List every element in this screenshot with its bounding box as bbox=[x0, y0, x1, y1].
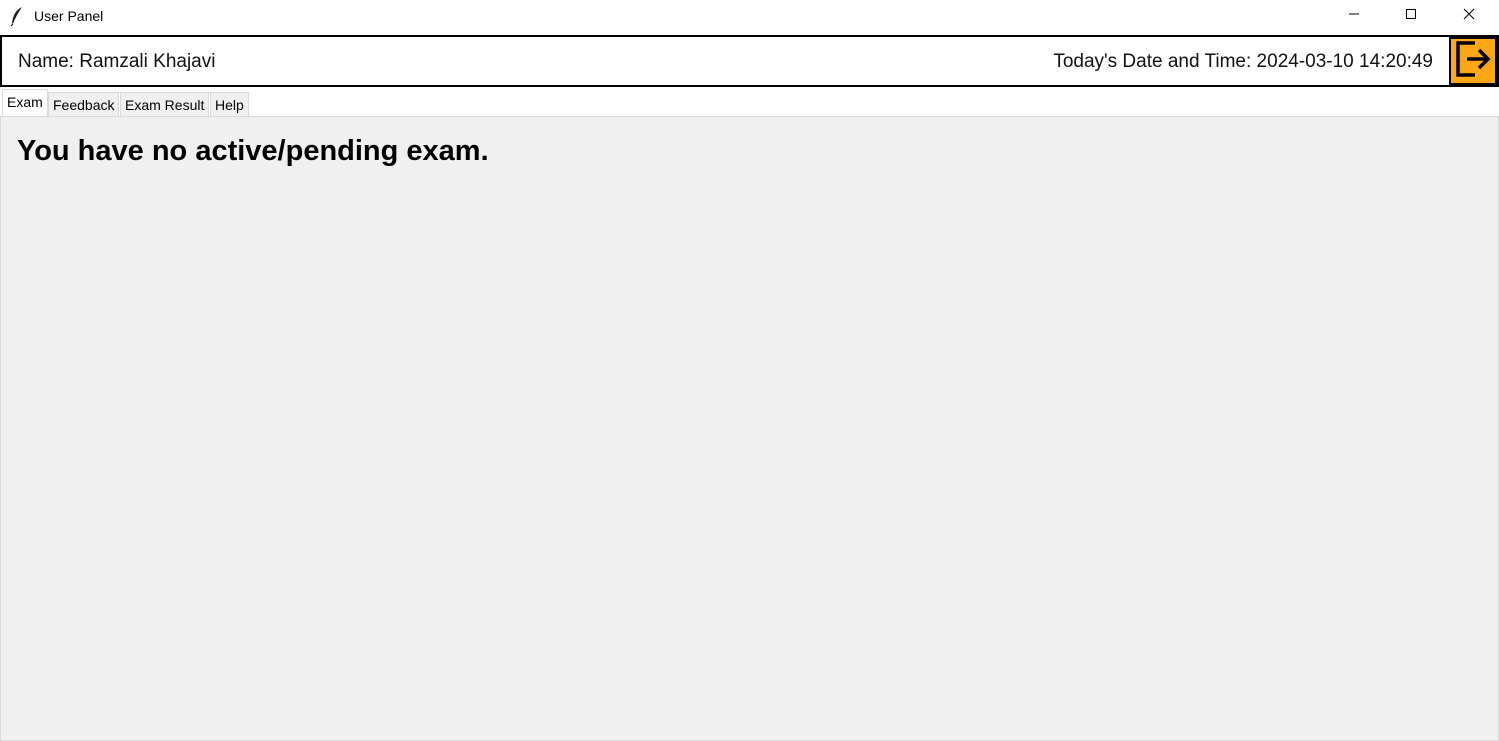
logout-icon bbox=[1453, 39, 1493, 84]
maximize-button[interactable] bbox=[1382, 0, 1440, 32]
close-button[interactable] bbox=[1440, 0, 1498, 32]
tab-exam-result[interactable]: Exam Result bbox=[120, 92, 210, 116]
tab-label: Feedback bbox=[53, 96, 115, 113]
minimize-icon bbox=[1348, 7, 1360, 25]
tab-feedback[interactable]: Feedback bbox=[48, 92, 120, 116]
user-info-header: Name: Ramzali Khajavi Today's Date and T… bbox=[0, 35, 1499, 87]
minimize-button[interactable] bbox=[1325, 0, 1383, 32]
window-title: User Panel bbox=[34, 8, 104, 24]
tab-help[interactable]: Help bbox=[210, 92, 249, 116]
close-icon bbox=[1463, 7, 1475, 25]
maximize-icon bbox=[1405, 7, 1417, 25]
tab-label: Exam Result bbox=[125, 96, 205, 113]
tab-bar: Exam Feedback Exam Result Help bbox=[0, 89, 1499, 116]
title-bar: User Panel bbox=[0, 0, 1499, 32]
no-exam-message: You have no active/pending exam. bbox=[17, 135, 489, 167]
datetime-label: Today's Date and Time: 2024-03-10 14:20:… bbox=[1053, 51, 1433, 72]
tab-label: Exam bbox=[7, 94, 43, 110]
tab-label: Help bbox=[215, 96, 244, 113]
feather-icon bbox=[10, 6, 24, 27]
tab-exam[interactable]: Exam bbox=[2, 89, 48, 116]
exam-tab-panel: You have no active/pending exam. bbox=[0, 116, 1499, 741]
user-name-label: Name: Ramzali Khajavi bbox=[18, 51, 216, 72]
logout-button[interactable] bbox=[1449, 37, 1497, 85]
